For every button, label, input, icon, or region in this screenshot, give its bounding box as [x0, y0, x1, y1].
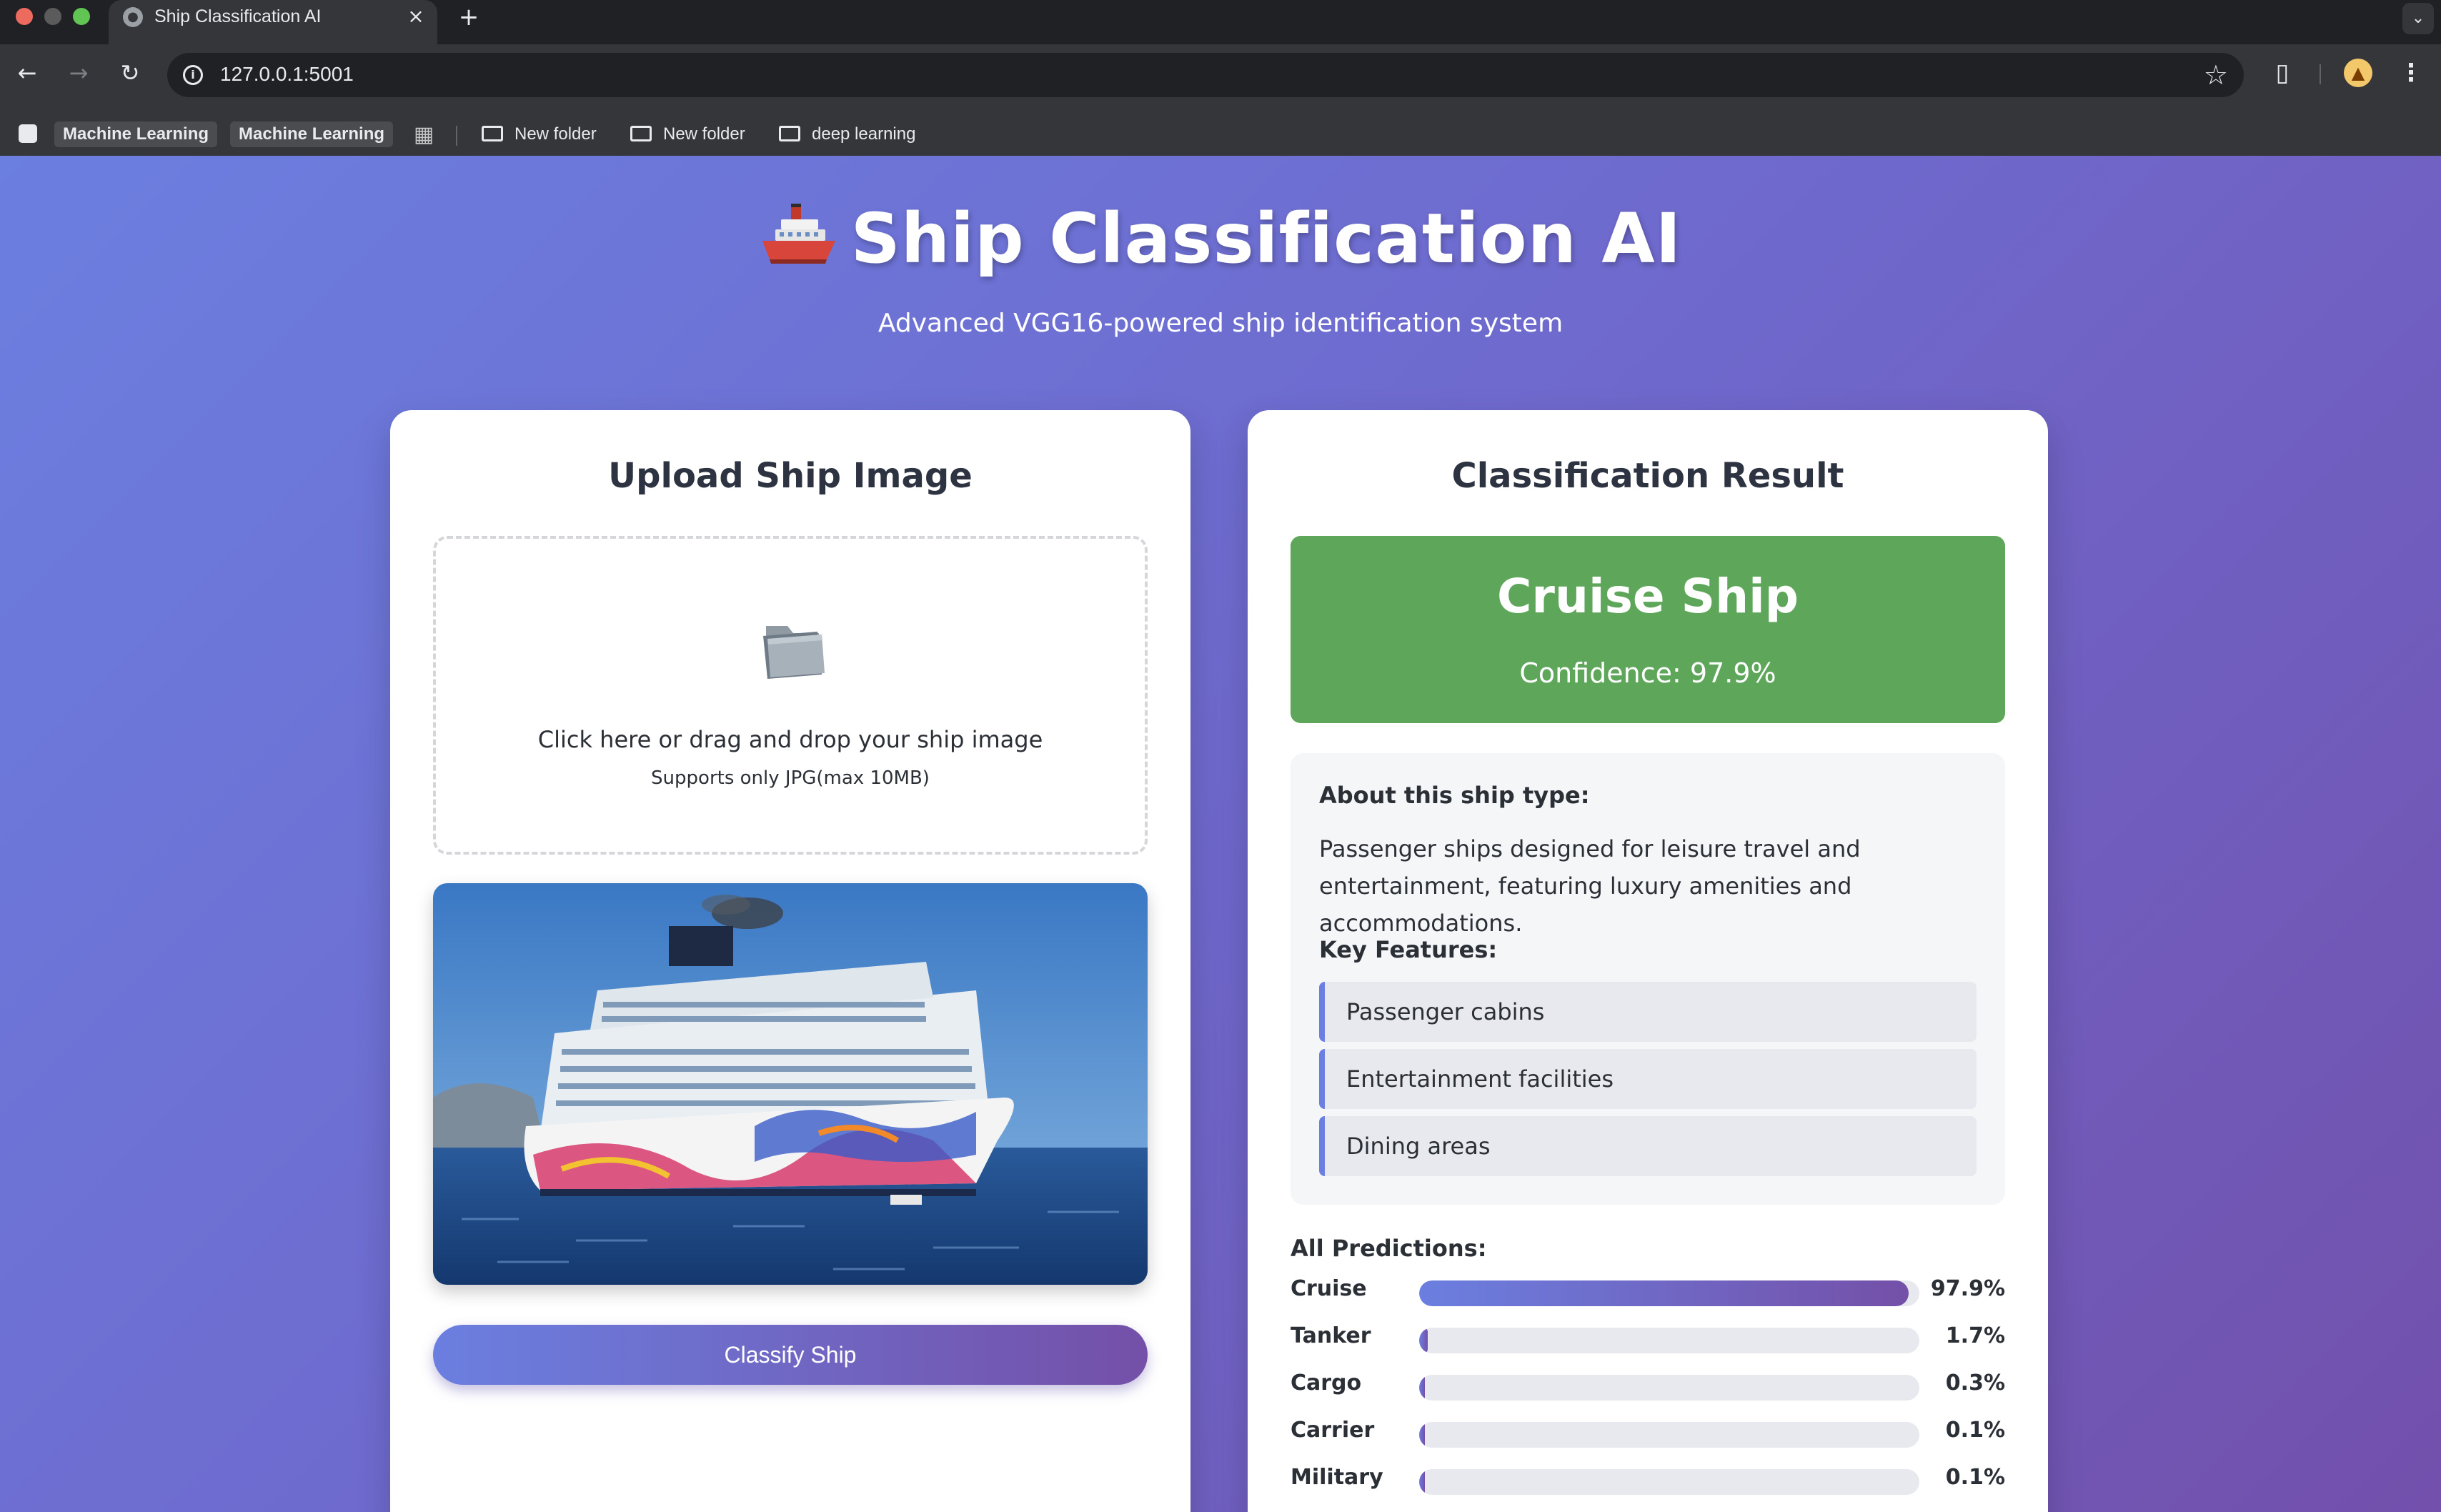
page-title: Ship Classification AI	[0, 199, 2441, 279]
upload-card: Upload Ship Image Click here or drag and…	[390, 410, 1190, 1512]
prediction-banner: Cruise Ship Confidence: 97.9%	[1291, 536, 2005, 723]
browser-tab[interactable]: ● Ship Classification AI ×	[109, 0, 437, 44]
prediction-value: 1.7%	[1945, 1323, 2005, 1348]
close-tab-icon[interactable]: ×	[404, 5, 427, 28]
feature-item: Dining areas	[1319, 1116, 1977, 1176]
url-text[interactable]: 127.0.0.1:5001	[220, 63, 354, 86]
prediction-label: Military	[1291, 1465, 1383, 1490]
globe-icon: ●	[123, 7, 143, 27]
confidence-text: Confidence: 97.9%	[1519, 657, 1776, 689]
profile-avatar[interactable]: ▲	[2344, 59, 2372, 87]
feature-item: Entertainment facilities	[1319, 1049, 1977, 1109]
prediction-row: Tanker 1.7%	[1291, 1322, 2005, 1353]
prediction-bar-track	[1419, 1280, 1919, 1306]
prediction-bar-track	[1419, 1328, 1919, 1353]
address-bar[interactable]: i 127.0.0.1:5001 ☆	[167, 53, 2244, 97]
bookmark-star-icon[interactable]: ☆	[2204, 59, 2228, 91]
prediction-row: Cargo 0.3%	[1291, 1369, 2005, 1401]
browser-toolbar: ← → ↻ i 127.0.0.1:5001 ☆ ▯ ▲ ⋮ Machine L…	[0, 44, 2441, 156]
prediction-row: Carrier 0.1%	[1291, 1416, 2005, 1448]
bookmark-folder-new-folder-1[interactable]: New folder	[482, 121, 597, 147]
folder-icon	[630, 126, 652, 141]
prediction-bar-fill	[1419, 1328, 1428, 1353]
close-window-button[interactable]	[16, 8, 33, 25]
classify-ship-button[interactable]: Classify Ship	[433, 1325, 1148, 1385]
prediction-bar-track	[1419, 1422, 1919, 1448]
back-arrow-icon[interactable]: ←	[11, 57, 43, 89]
page-subtitle: Advanced VGG16-powered ship identificati…	[878, 309, 1563, 338]
new-tab-button[interactable]: +	[454, 3, 483, 31]
prediction-label: Tanker	[1291, 1323, 1371, 1348]
bookmarks-bar: Machine Learning Machine Learning ▦ New …	[0, 106, 2441, 156]
folder-icon	[482, 126, 503, 141]
image-dropzone[interactable]: Click here or drag and drop your ship im…	[433, 536, 1148, 855]
cruise-ship-photo	[433, 883, 1148, 1285]
folder-icon	[779, 126, 800, 141]
ship-icon	[762, 204, 835, 264]
all-predictions-heading: All Predictions:	[1291, 1235, 1487, 1262]
about-description: Passenger ships designed for leisure tra…	[1319, 835, 1861, 937]
result-card: Classification Result Cruise Ship Confid…	[1248, 410, 2048, 1512]
browser-menu-icon[interactable]: ⋮	[2398, 57, 2424, 89]
page-viewport: Ship Classification AI Advanced VGG16-po…	[0, 156, 2441, 1512]
page-header: Ship Classification AI Advanced VGG16-po…	[0, 199, 2441, 338]
upload-card-title: Upload Ship Image	[608, 456, 973, 496]
prediction-label: Cruise	[1291, 1276, 1367, 1301]
prediction-bar-fill	[1419, 1422, 1425, 1448]
key-features-heading: Key Features:	[1319, 936, 1498, 963]
bookmark-folder-label: deep learning	[812, 124, 916, 144]
prediction-bar-fill	[1419, 1469, 1425, 1495]
bookmark-machine-learning-2[interactable]: Machine Learning	[230, 121, 394, 147]
uploaded-ship-preview	[433, 883, 1148, 1285]
toolbar-divider	[2320, 64, 2321, 84]
reload-icon[interactable]: ↻	[114, 57, 146, 89]
dropzone-instruction: Click here or drag and drop your ship im…	[537, 726, 1043, 753]
prediction-bar-track	[1419, 1469, 1919, 1495]
bookmark-folder-label: New folder	[663, 124, 745, 144]
predicted-class: Cruise Ship	[1496, 569, 1799, 624]
bookmark-folder-deep-learning[interactable]: deep learning	[779, 121, 915, 147]
prediction-label: Cargo	[1291, 1371, 1362, 1396]
prediction-bar-track	[1419, 1375, 1919, 1401]
forward-arrow-icon[interactable]: →	[63, 57, 94, 89]
prediction-row: Cruise 97.9%	[1291, 1275, 2005, 1306]
bookmark-folder-label: New folder	[514, 124, 597, 144]
bookmarks-divider	[456, 126, 457, 146]
tab-title: Ship Classification AI	[154, 6, 322, 26]
tab-search-menu-button[interactable]: ⌄	[2402, 3, 2434, 34]
bookmark-machine-learning-1[interactable]: Machine Learning	[54, 121, 218, 147]
prediction-value: 0.1%	[1945, 1465, 2005, 1490]
prediction-bar-fill	[1419, 1280, 1909, 1306]
prediction-label: Carrier	[1291, 1418, 1375, 1443]
feature-item: Passenger cabins	[1319, 982, 1977, 1042]
prediction-value: 0.1%	[1945, 1418, 2005, 1443]
folder-icon	[763, 626, 825, 679]
browser-tab-bar: ● Ship Classification AI × + ⌄	[0, 0, 2441, 44]
minimize-window-button[interactable]	[44, 8, 61, 25]
prediction-value: 97.9%	[1930, 1276, 2005, 1301]
site-info-icon[interactable]: i	[183, 65, 203, 85]
tab-groups-grid-icon[interactable]: ▦	[413, 124, 434, 146]
prediction-row: Military 0.1%	[1291, 1463, 2005, 1495]
about-heading: About this ship type:	[1319, 782, 1590, 809]
ship-type-info-panel: About this ship type: Passenger ships de…	[1291, 753, 2005, 1205]
prediction-value: 0.3%	[1945, 1371, 2005, 1396]
maximize-window-button[interactable]	[73, 8, 90, 25]
apps-shortcut-icon[interactable]	[19, 124, 37, 143]
bookmark-folder-new-folder-2[interactable]: New folder	[630, 121, 745, 147]
result-card-title: Classification Result	[1451, 456, 1844, 496]
dropzone-file-hint: Supports only JPG(max 10MB)	[651, 767, 930, 789]
extensions-puzzle-icon[interactable]: ▯	[2267, 57, 2298, 89]
prediction-bar-fill	[1419, 1375, 1425, 1401]
page-title-text: Ship Classification AI	[850, 199, 1682, 279]
